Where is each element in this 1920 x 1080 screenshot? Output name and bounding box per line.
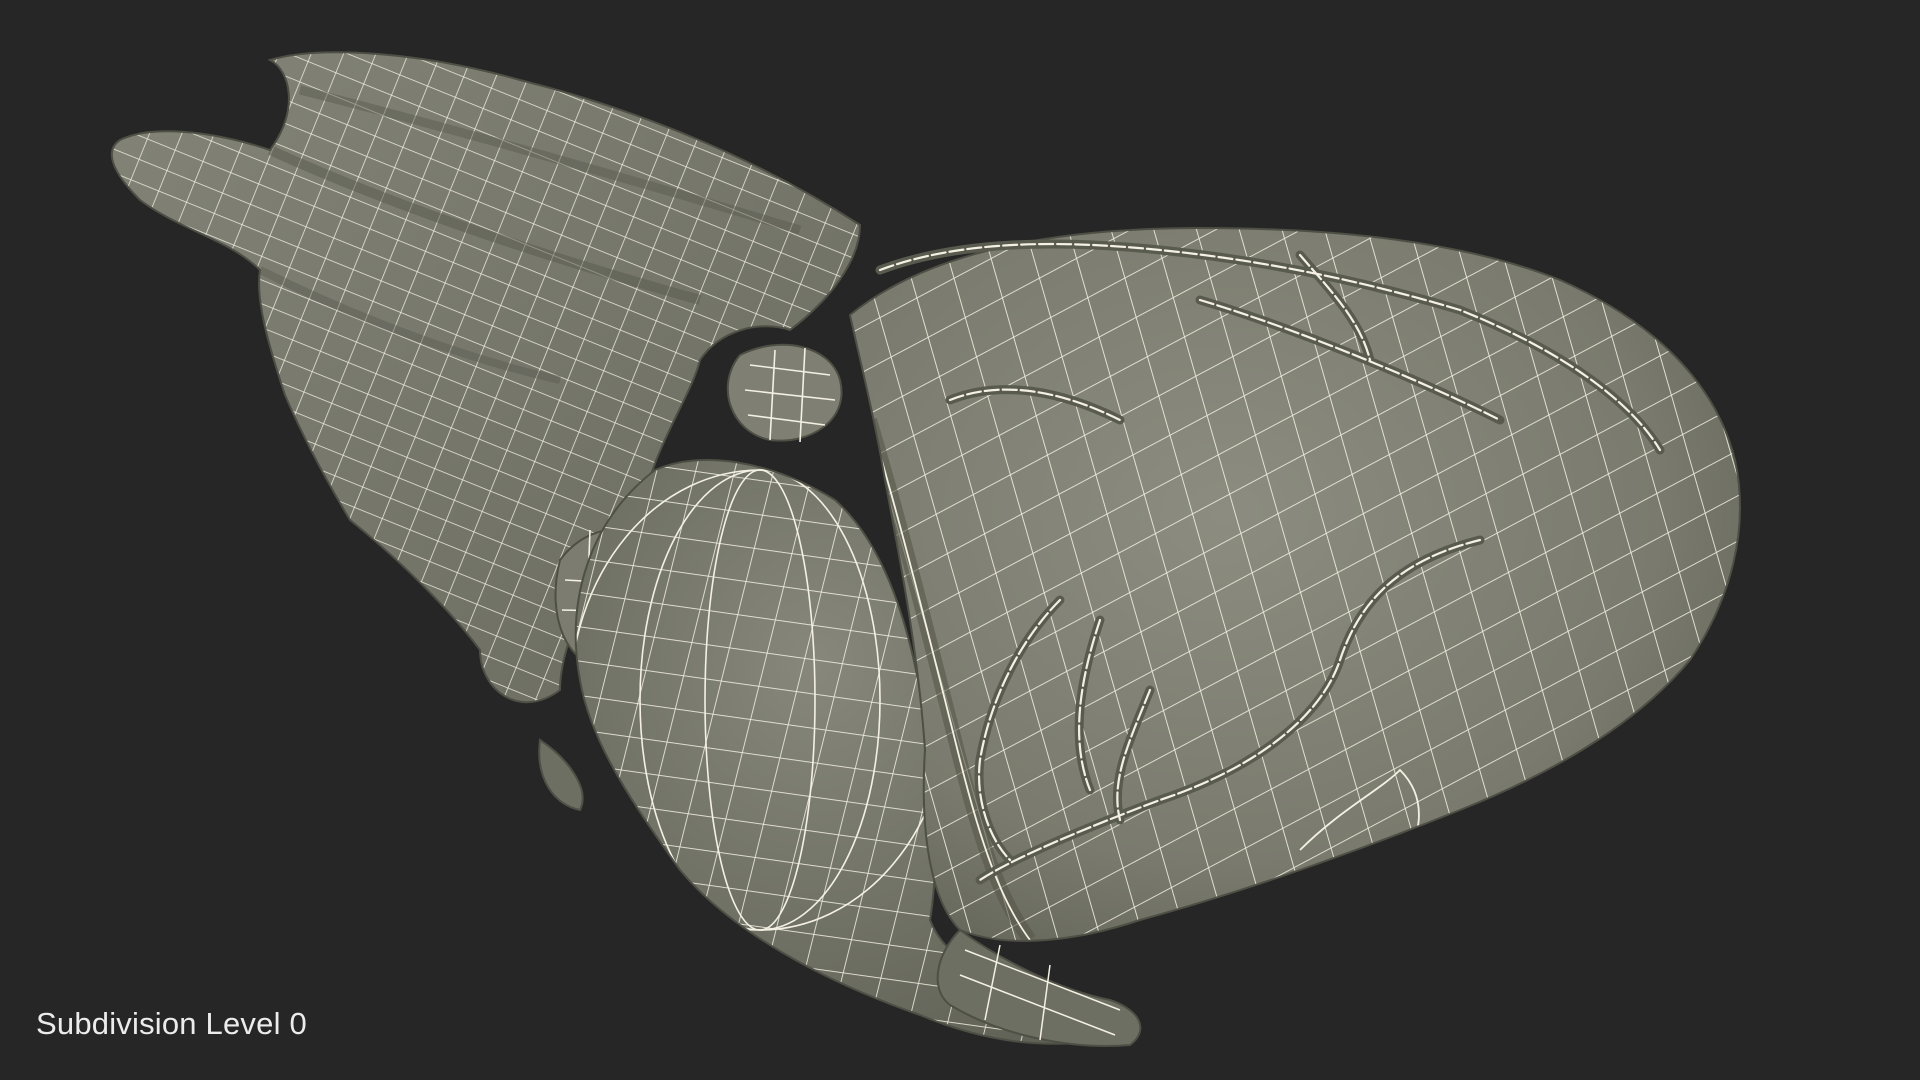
ventricle-mesh [849,227,1741,942]
render-viewport[interactable]: Subdivision Level 0 [0,0,1920,1080]
subdivision-level-caption: Subdivision Level 0 [36,1006,307,1041]
heart-model-render [110,51,1741,1047]
